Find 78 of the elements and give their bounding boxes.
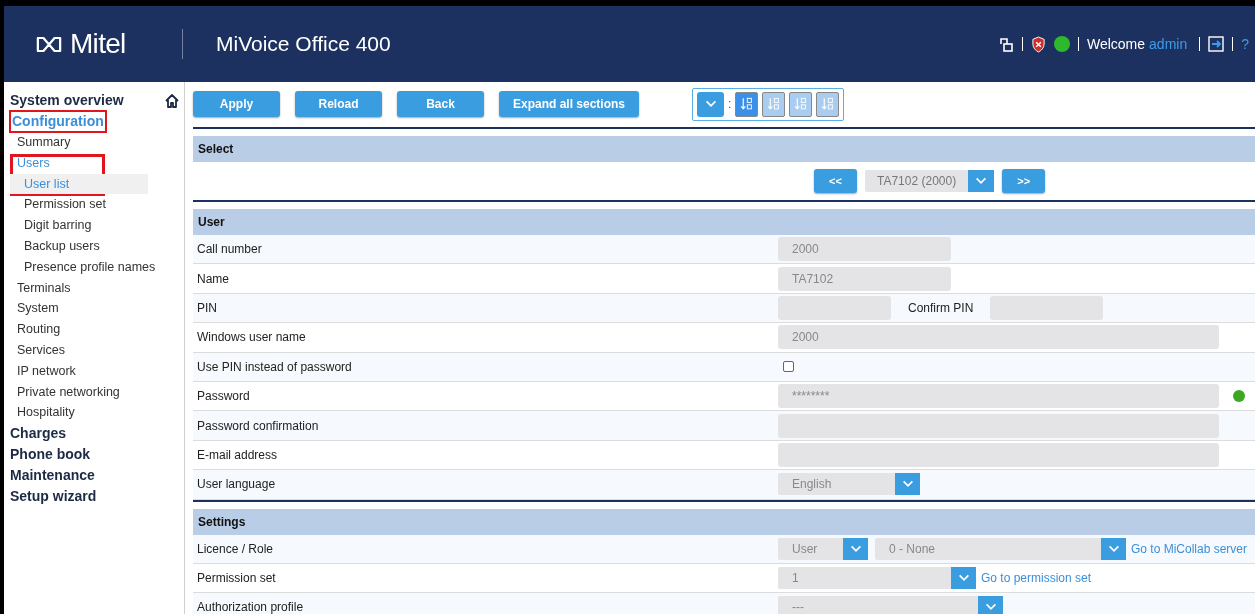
logo-text: Mitel bbox=[70, 27, 126, 61]
sidebar-item[interactable]: Charges bbox=[10, 423, 67, 445]
field-label: Licence / Role bbox=[196, 540, 275, 558]
app-title: MiVoice Office 400 bbox=[216, 31, 391, 58]
toolbar-button[interactable]: Reload bbox=[295, 91, 382, 117]
sidebar-item[interactable]: IP network bbox=[10, 360, 76, 382]
sidebar-item[interactable]: Summary bbox=[10, 132, 71, 153]
sidebar-item[interactable]: Configuration bbox=[10, 111, 106, 132]
sidebar-item[interactable]: Hospitality bbox=[10, 402, 75, 424]
sidebar-item[interactable]: Phone book bbox=[10, 444, 91, 466]
sidebar-item[interactable]: Routing bbox=[10, 319, 61, 340]
logout-icon[interactable] bbox=[1208, 36, 1225, 52]
field-label: Call number bbox=[196, 241, 263, 259]
next-button[interactable]: >> bbox=[1002, 169, 1046, 193]
toolbar-button[interactable]: Back bbox=[397, 91, 484, 117]
toolbar-button[interactable]: Apply bbox=[193, 91, 280, 117]
welcome-text: Welcome bbox=[1086, 34, 1146, 54]
field-label: Password bbox=[196, 388, 251, 406]
dropdown[interactable]: English bbox=[778, 473, 920, 496]
field-label: Password confirmation bbox=[196, 417, 320, 435]
input-field[interactable] bbox=[778, 295, 891, 320]
input-field[interactable]: TA7102 bbox=[778, 266, 951, 291]
link[interactable]: Go to MiCollab server bbox=[1131, 539, 1248, 558]
sidebar-item[interactable]: Permission set bbox=[10, 194, 148, 216]
dropdown[interactable]: 1 bbox=[778, 567, 976, 590]
field-label: Permission set bbox=[196, 570, 277, 588]
sort-icon bbox=[740, 96, 754, 112]
record-select[interactable]: TA7102 (2000) bbox=[865, 170, 995, 192]
field-label: Windows user name bbox=[196, 329, 307, 347]
field-label: User language bbox=[196, 476, 277, 494]
sidebar-item[interactable]: Backup users bbox=[10, 236, 148, 257]
sort-button[interactable] bbox=[735, 91, 759, 117]
logo-icon bbox=[36, 35, 62, 53]
field-label: PIN bbox=[196, 299, 218, 317]
sidebar-item[interactable]: User list bbox=[10, 173, 148, 195]
previous-button[interactable]: << bbox=[814, 169, 857, 193]
home-icon[interactable] bbox=[164, 92, 180, 109]
input-field[interactable] bbox=[990, 295, 1104, 320]
sidebar-item[interactable]: Setup wizard bbox=[10, 486, 97, 508]
sort-icon bbox=[794, 96, 808, 112]
sidebar-item[interactable]: Users bbox=[10, 152, 50, 174]
sidebar-item[interactable]: Digit barring bbox=[10, 215, 148, 236]
sort-icon bbox=[821, 96, 835, 112]
section-header: User bbox=[193, 209, 1255, 235]
link[interactable]: Go to permission set bbox=[981, 569, 1092, 588]
section-header: Settings bbox=[193, 508, 1255, 535]
sidebar-item[interactable]: Maintenance bbox=[10, 465, 95, 487]
input-field[interactable]: 2000 bbox=[778, 237, 951, 262]
sidebar-item[interactable]: Services bbox=[10, 339, 65, 361]
sidebar-item[interactable]: Terminals bbox=[10, 277, 71, 299]
dropdown-button[interactable] bbox=[697, 91, 725, 117]
help-link[interactable]: ? bbox=[1241, 33, 1249, 55]
dropdown[interactable]: User bbox=[778, 537, 868, 560]
input-field[interactable]: 2000 bbox=[778, 325, 1219, 350]
sort-icon bbox=[767, 96, 781, 112]
dropdown[interactable]: --- bbox=[778, 596, 1003, 614]
shield-error-icon[interactable] bbox=[1030, 35, 1046, 53]
field-label: Use PIN instead of password bbox=[196, 358, 353, 376]
unlock-icon[interactable] bbox=[997, 36, 1014, 52]
separator-text: : bbox=[728, 96, 732, 113]
input-field[interactable] bbox=[778, 442, 1219, 467]
sort-button[interactable] bbox=[816, 91, 840, 117]
sidebar-item[interactable]: System bbox=[10, 298, 59, 320]
checkbox[interactable] bbox=[783, 361, 794, 373]
field-label: Confirm PIN bbox=[908, 299, 974, 317]
field-label: Name bbox=[196, 270, 230, 288]
field-label: Authorization profile bbox=[196, 599, 305, 614]
sidebar-item[interactable]: System overview bbox=[10, 90, 124, 111]
toolbar-button[interactable]: Expand all sections bbox=[499, 91, 640, 117]
sidebar-item[interactable]: Private networking bbox=[10, 381, 120, 403]
dropdown[interactable]: 0 - None bbox=[875, 537, 1126, 560]
field-label: E-mail address bbox=[196, 446, 279, 464]
section-header: Select bbox=[193, 136, 1255, 162]
input-field[interactable]: ******** bbox=[778, 384, 1219, 409]
sort-button[interactable] bbox=[789, 91, 813, 117]
sort-button[interactable] bbox=[762, 91, 786, 117]
user-link[interactable]: admin bbox=[1149, 33, 1188, 55]
sidebar-item[interactable]: Presence profile names bbox=[10, 256, 156, 278]
